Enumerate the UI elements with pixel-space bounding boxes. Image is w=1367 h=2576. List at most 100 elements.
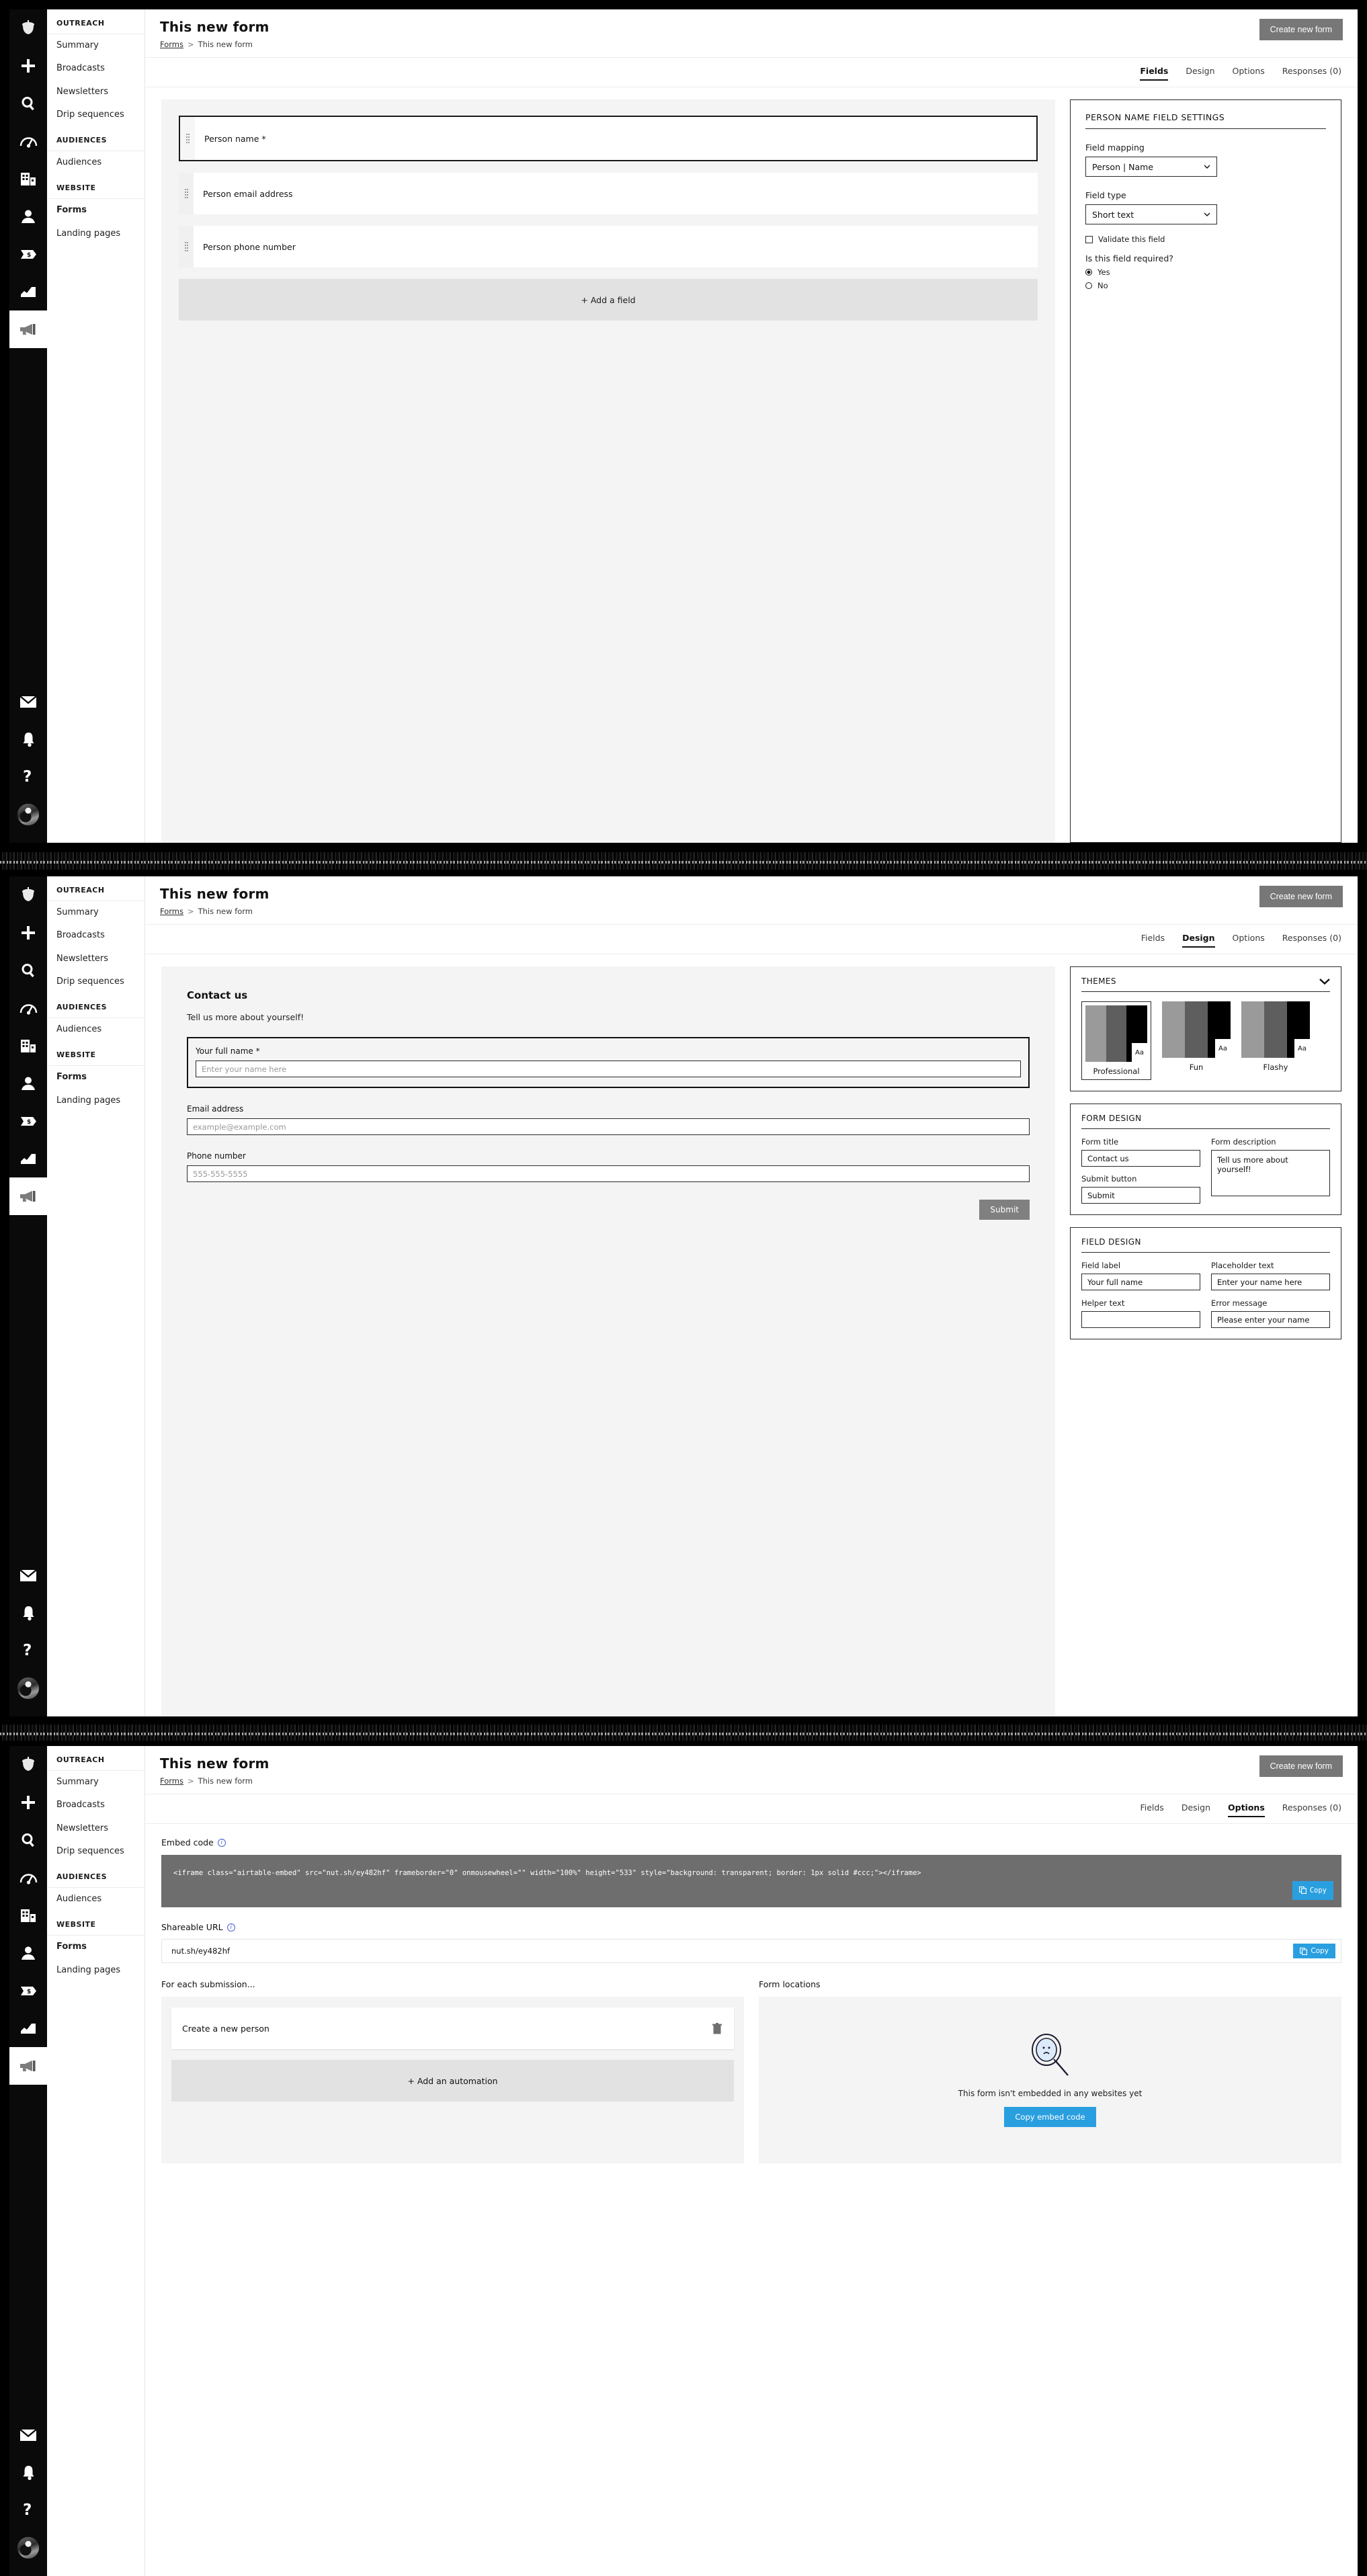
preview-field-name[interactable]: Your full name * Enter your name here bbox=[187, 1037, 1030, 1088]
add-field-button[interactable]: + Add a field bbox=[179, 279, 1038, 321]
megaphone-icon[interactable] bbox=[9, 310, 47, 348]
help-icon[interactable]: ? bbox=[9, 2491, 47, 2529]
sidebar-item-forms[interactable]: Forms bbox=[47, 1066, 144, 1089]
reports-icon[interactable] bbox=[9, 1140, 47, 1177]
reports-icon[interactable] bbox=[9, 273, 47, 310]
sidebar-item-audiences[interactable]: Audiences bbox=[47, 1888, 144, 1911]
company-icon[interactable] bbox=[9, 1027, 47, 1065]
breadcrumb-forms-link[interactable]: Forms bbox=[160, 907, 183, 916]
preview-field-phone[interactable]: Phone number 555-555-5555 bbox=[187, 1151, 1030, 1182]
embed-code-box[interactable]: <iframe class="airtable-embed" src="nut.… bbox=[161, 1855, 1341, 1907]
tab-fields[interactable]: Fields bbox=[1140, 66, 1169, 81]
company-icon[interactable] bbox=[9, 1897, 47, 1934]
themes-card-header[interactable]: THEMES bbox=[1081, 977, 1330, 992]
theme-option-fun[interactable]: Aa Fun bbox=[1162, 1001, 1231, 1080]
validate-field-checkbox[interactable] bbox=[1085, 235, 1093, 243]
search-icon[interactable] bbox=[9, 952, 47, 989]
person-icon[interactable] bbox=[9, 198, 47, 235]
gauge-icon[interactable] bbox=[9, 989, 47, 1027]
table-row[interactable]: Person email address bbox=[179, 173, 1038, 214]
preview-submit-button[interactable]: Submit bbox=[979, 1200, 1030, 1220]
plus-icon[interactable] bbox=[9, 47, 47, 85]
info-icon[interactable]: i bbox=[226, 1923, 235, 1931]
deal-icon[interactable]: $ bbox=[9, 1102, 47, 1140]
info-icon[interactable]: i bbox=[217, 1838, 226, 1847]
sidebar-item-summary[interactable]: Summary bbox=[47, 901, 144, 924]
person-icon[interactable] bbox=[9, 1065, 47, 1102]
plus-icon[interactable] bbox=[9, 914, 47, 952]
avatar[interactable] bbox=[9, 796, 47, 833]
copy-embed-code-empty-button[interactable]: Copy embed code bbox=[1004, 2106, 1096, 2127]
sidebar-item-newsletters[interactable]: Newsletters bbox=[47, 948, 144, 970]
plus-icon[interactable] bbox=[9, 1784, 47, 1821]
required-yes-radio[interactable] bbox=[1085, 269, 1092, 276]
gauge-icon[interactable] bbox=[9, 122, 47, 160]
field-label-input[interactable]: Your full name bbox=[1081, 1274, 1200, 1290]
copy-embed-code-button[interactable]: Copy bbox=[1292, 1880, 1333, 1900]
megaphone-icon[interactable] bbox=[9, 1177, 47, 1215]
field-type-select[interactable]: Short text bbox=[1085, 204, 1217, 224]
create-new-form-button[interactable]: Create new form bbox=[1259, 19, 1343, 40]
submit-button-input[interactable]: Submit bbox=[1081, 1187, 1200, 1204]
create-new-form-button[interactable]: Create new form bbox=[1259, 1755, 1343, 1777]
mail-icon[interactable] bbox=[9, 1556, 47, 1594]
sidebar-item-drip-sequences[interactable]: Drip sequences bbox=[47, 970, 144, 993]
reports-icon[interactable] bbox=[9, 2009, 47, 2047]
mail-icon[interactable] bbox=[9, 2416, 47, 2454]
tab-fields[interactable]: Fields bbox=[1141, 933, 1165, 948]
sidebar-item-forms[interactable]: Forms bbox=[47, 1936, 144, 1958]
list-item[interactable]: Create a new person bbox=[171, 2007, 734, 2049]
search-icon[interactable] bbox=[9, 85, 47, 122]
field-mapping-select[interactable]: Person | Name bbox=[1085, 157, 1217, 177]
sidebar-item-audiences[interactable]: Audiences bbox=[47, 1018, 144, 1041]
error-message-input[interactable]: Please enter your name bbox=[1211, 1311, 1330, 1328]
shareable-url-box[interactable]: nut.sh/ey482hf Copy bbox=[161, 1939, 1341, 1963]
preview-field-input[interactable]: Enter your name here bbox=[196, 1061, 1021, 1077]
company-icon[interactable] bbox=[9, 160, 47, 198]
bell-icon[interactable] bbox=[9, 1594, 47, 1632]
add-automation-button[interactable]: + Add an automation bbox=[171, 2060, 734, 2102]
preview-field-email[interactable]: Email address example@example.com bbox=[187, 1104, 1030, 1135]
tab-options[interactable]: Options bbox=[1233, 66, 1265, 81]
sidebar-item-summary[interactable]: Summary bbox=[47, 34, 144, 57]
theme-option-flashy[interactable]: Aa Flashy bbox=[1241, 1001, 1310, 1080]
avatar[interactable] bbox=[9, 1669, 47, 1707]
required-no-radio[interactable] bbox=[1085, 282, 1092, 289]
required-no-row[interactable]: No bbox=[1085, 281, 1326, 290]
avatar[interactable] bbox=[9, 2529, 47, 2567]
chevron-down-icon[interactable] bbox=[1319, 978, 1330, 985]
copy-url-button[interactable]: Copy bbox=[1293, 1944, 1335, 1958]
placeholder-text-input[interactable]: Enter your name here bbox=[1211, 1274, 1330, 1290]
help-icon[interactable]: ? bbox=[9, 1632, 47, 1669]
sidebar-item-landing-pages[interactable]: Landing pages bbox=[47, 1959, 144, 1982]
form-title-input[interactable]: Contact us bbox=[1081, 1150, 1200, 1167]
table-row[interactable]: Person phone number bbox=[179, 226, 1038, 267]
sidebar-item-landing-pages[interactable]: Landing pages bbox=[47, 222, 144, 245]
create-new-form-button[interactable]: Create new form bbox=[1259, 886, 1343, 907]
validate-field-checkbox-row[interactable]: Validate this field bbox=[1085, 235, 1326, 244]
required-yes-row[interactable]: Yes bbox=[1085, 267, 1326, 277]
sidebar-item-newsletters[interactable]: Newsletters bbox=[47, 1817, 144, 1840]
breadcrumb-forms-link[interactable]: Forms bbox=[160, 1776, 183, 1786]
sidebar-item-landing-pages[interactable]: Landing pages bbox=[47, 1089, 144, 1112]
breadcrumb-forms-link[interactable]: Forms bbox=[160, 40, 183, 49]
theme-option-professional[interactable]: Aa Professional bbox=[1081, 1001, 1151, 1080]
mail-icon[interactable] bbox=[9, 683, 47, 720]
preview-field-input[interactable]: 555-555-5555 bbox=[187, 1165, 1030, 1182]
sidebar-item-broadcasts[interactable]: Broadcasts bbox=[47, 57, 144, 80]
helper-text-input[interactable] bbox=[1081, 1311, 1200, 1328]
tab-design[interactable]: Design bbox=[1182, 1802, 1210, 1817]
tab-responses[interactable]: Responses (0) bbox=[1282, 933, 1341, 948]
tab-design[interactable]: Design bbox=[1182, 933, 1215, 948]
sidebar-item-summary[interactable]: Summary bbox=[47, 1771, 144, 1794]
acorn-logo-icon[interactable] bbox=[9, 9, 47, 47]
acorn-logo-icon[interactable] bbox=[9, 876, 47, 914]
tab-design[interactable]: Design bbox=[1186, 66, 1214, 81]
sidebar-item-audiences[interactable]: Audiences bbox=[47, 151, 144, 174]
table-row[interactable]: Person name * bbox=[179, 116, 1038, 161]
drag-handle-icon[interactable] bbox=[179, 226, 194, 267]
deal-icon[interactable]: $ bbox=[9, 235, 47, 273]
drag-handle-icon[interactable] bbox=[180, 117, 195, 160]
tab-fields[interactable]: Fields bbox=[1140, 1802, 1163, 1817]
sidebar-item-forms[interactable]: Forms bbox=[47, 199, 144, 222]
